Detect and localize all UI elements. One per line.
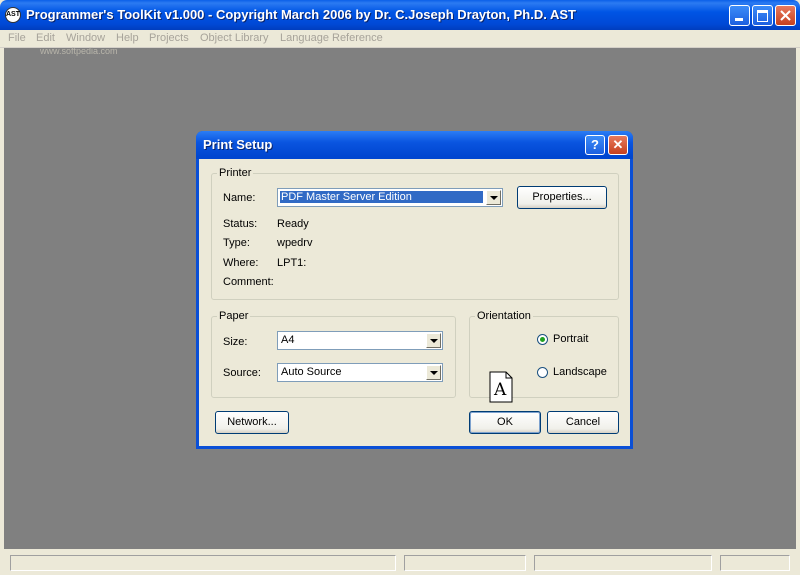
- maximize-button[interactable]: [752, 5, 773, 26]
- status-panel-3: [534, 555, 712, 571]
- window-title: Programmer's ToolKit v1.000 - Copyright …: [26, 7, 576, 22]
- status-panel-1: [10, 555, 396, 571]
- help-icon: ?: [591, 137, 599, 152]
- type-label: Type:: [223, 237, 250, 249]
- menu-file[interactable]: File: [8, 32, 26, 44]
- dialog-close-button[interactable]: ✕: [608, 135, 628, 155]
- menu-help[interactable]: Help: [116, 32, 139, 44]
- portrait-label[interactable]: Portrait: [553, 333, 588, 345]
- dialog-title: Print Setup: [203, 137, 273, 152]
- watermark: www.softpedia.com: [40, 46, 118, 56]
- main-title-bar[interactable]: AST Programmer's ToolKit v1.000 - Copyri…: [0, 0, 800, 30]
- status-panel-4: [720, 555, 790, 571]
- minimize-icon: [735, 18, 743, 21]
- dialog-title-bar[interactable]: Print Setup ? ✕: [196, 131, 633, 159]
- portrait-page-icon: A: [489, 371, 513, 403]
- dialog-body: Printer Name: PDF Master Server Edition …: [199, 159, 630, 446]
- chevron-down-icon[interactable]: [426, 365, 441, 380]
- chevron-down-icon[interactable]: [486, 190, 501, 205]
- menu-bar: File Edit Window Help Projects Object Li…: [0, 30, 800, 48]
- orientation-group-label: Orientation: [477, 310, 531, 322]
- comment-label: Comment:: [223, 276, 274, 288]
- close-icon: [780, 10, 791, 21]
- help-button[interactable]: ?: [585, 135, 605, 155]
- paper-size-select[interactable]: A4: [277, 331, 443, 350]
- landscape-radio[interactable]: [537, 367, 548, 378]
- cancel-button[interactable]: Cancel: [547, 411, 619, 434]
- where-label: Where:: [223, 257, 259, 269]
- ok-button[interactable]: OK: [469, 411, 541, 434]
- print-setup-dialog: Print Setup ? ✕ Printer Name: PDF Master…: [196, 131, 633, 449]
- type-value: wpedrv: [277, 237, 313, 249]
- printer-group-label: Printer: [219, 167, 252, 179]
- status-value: Ready: [277, 218, 309, 230]
- page-orientation-icon: A: [489, 371, 513, 403]
- printer-name-value: PDF Master Server Edition: [280, 191, 483, 203]
- network-button[interactable]: Network...: [215, 411, 289, 434]
- status-bar: [0, 550, 800, 575]
- menu-edit[interactable]: Edit: [36, 32, 55, 44]
- source-label: Source:: [223, 367, 261, 379]
- status-label: Status:: [223, 218, 258, 230]
- minimize-button[interactable]: [729, 5, 750, 26]
- close-icon: ✕: [612, 137, 624, 152]
- paper-source-value: Auto Source: [281, 366, 342, 378]
- printer-name-label: Name:: [223, 192, 256, 204]
- chevron-down-icon[interactable]: [426, 333, 441, 348]
- status-panel-2: [404, 555, 526, 571]
- paper-size-value: A4: [281, 334, 295, 346]
- menu-projects[interactable]: Projects: [149, 32, 189, 44]
- menu-object-library[interactable]: Object Library: [200, 32, 268, 44]
- properties-button[interactable]: Properties...: [517, 186, 607, 209]
- maximize-icon: [757, 10, 768, 22]
- close-button[interactable]: [775, 5, 796, 26]
- paper-group-label: Paper: [219, 310, 249, 322]
- menu-window[interactable]: Window: [66, 32, 105, 44]
- paper-group: Paper: [211, 310, 456, 398]
- menu-language-reference[interactable]: Language Reference: [280, 32, 383, 44]
- size-label: Size:: [223, 336, 248, 348]
- paper-source-select[interactable]: Auto Source: [277, 363, 443, 382]
- orientation-letter: A: [493, 380, 507, 400]
- printer-name-select[interactable]: PDF Master Server Edition: [277, 188, 503, 207]
- portrait-radio[interactable]: [537, 334, 548, 345]
- app-icon[interactable]: AST: [5, 7, 21, 23]
- landscape-label[interactable]: Landscape: [553, 366, 607, 378]
- where-value: LPT1:: [277, 257, 307, 269]
